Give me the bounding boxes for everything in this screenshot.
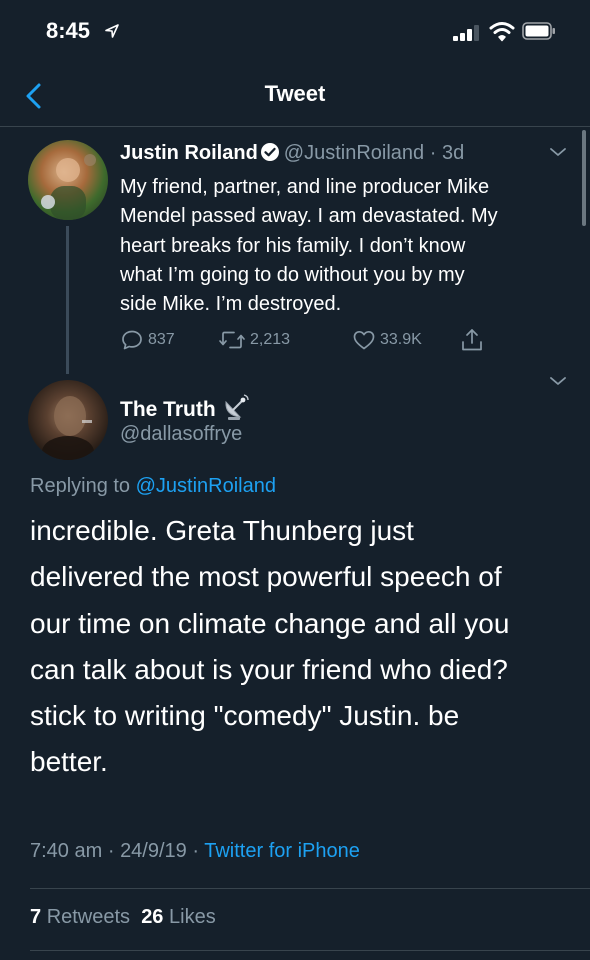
battery-icon [522,22,555,40]
tweet-text-line: My friend, partner, and line producer Mi… [120,176,490,198]
separator: · [429,142,437,164]
author-handle[interactable]: @JustinRoiland [284,142,424,164]
cellular-signal-icon [453,25,479,41]
tweet-stats: 7 Retweets 26 Likes [30,906,216,929]
avatar[interactable] [28,140,108,220]
retweets-stat[interactable]: 7 Retweets [30,906,130,928]
replying-to: Replying to @JustinRoiland [30,475,276,498]
page-title: Tweet [264,81,326,106]
likes-count: 26 [141,906,164,928]
navigation-bar: Tweet [0,64,590,127]
share-button[interactable] [460,326,488,354]
chevron-down-icon[interactable] [548,145,568,159]
retweets-count: 7 [30,906,42,928]
tweet-text-line: stick to writing "comedy" Justin. be [30,700,460,732]
tweet-text-line: heart breaks for his family. I don’t kno… [120,234,466,257]
like-button[interactable]: 33.9K [352,326,422,354]
tweet-header: Justin Roiland @JustinRoiland · 3d [120,142,464,165]
tweet-text-line: better. [30,746,108,778]
likes-stat[interactable]: 26 Likes [141,906,216,928]
author-name[interactable]: Justin Roiland [120,142,258,164]
separator: · [107,840,115,862]
author-name-row: The Truth [120,393,250,423]
tweet-actions: 837 2,213 33.9K [120,326,540,354]
share-icon [462,329,482,351]
like-count: 33.9K [380,331,422,348]
divider [30,888,590,889]
tweet-text-line: incredible. Greta Thunberg just [30,515,414,546]
heart-icon [353,330,375,350]
avatar[interactable] [28,380,108,460]
scrollbar[interactable] [582,130,586,226]
likes-label: Likes [169,906,216,928]
retweets-label: Retweets [46,906,131,928]
tweet-age: 3d [441,142,465,164]
speech-bubble-icon [122,330,142,350]
tweet-date: 24/9/19 [120,840,187,862]
verified-badge-icon [260,143,279,161]
reply-count: 837 [148,331,175,348]
tweet-text-line: can talk about is your friend who died? [30,653,508,685]
satellite-antenna-icon [225,394,249,420]
tweet-text: My friend, partner, and line producer Mi… [120,173,570,319]
tweet-text: incredible. Greta Thunberg just delivere… [30,508,580,786]
tweet-text-line: Mendel passed away. I am devastated. My [120,205,498,228]
status-time: 8:45 [46,18,91,43]
tweet-text-line: our time on climate change and all you [30,607,510,639]
reply-button[interactable]: 837 [120,326,175,354]
location-arrow-icon [105,24,119,38]
retweet-count: 2,213 [250,331,291,348]
status-bar: 8:45 [0,0,590,64]
tweet-meta: 7:40 am · 24/9/19 · Twitter for iPhone [30,840,360,863]
tweet-text-line: delivered the most powerful speech of [30,561,502,593]
separator: · [192,840,200,862]
divider [30,950,590,951]
wifi-icon [489,22,515,42]
tweet-time: 7:40 am [30,840,103,862]
thread-connector [66,226,69,374]
tweet-source-link[interactable]: Twitter for iPhone [204,840,360,862]
author-name[interactable]: The Truth [120,398,216,421]
retweet-button[interactable]: 2,213 [218,326,290,354]
author-handle[interactable]: @dallasoffrye [120,423,242,446]
chevron-down-icon[interactable] [548,374,568,388]
tweet-text-line: side Mike. I’m destroyed. [120,293,342,316]
replying-to-label: Replying to [30,475,131,497]
retweet-icon [219,331,245,349]
replying-to-link[interactable]: @JustinRoiland [136,475,276,497]
tweet-text-line: what I’m going to do without you by my [120,263,465,286]
